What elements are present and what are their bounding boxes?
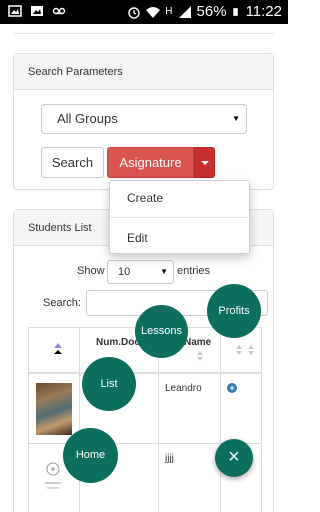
sort-icon: [236, 345, 242, 355]
entries-value: 10: [118, 266, 131, 278]
sort-icon: [248, 345, 254, 355]
status-bar: H 56% 11:22: [0, 0, 288, 24]
menu-divider: [110, 217, 249, 218]
fab-profits-button[interactable]: Profits: [207, 284, 261, 338]
menu-item-edit[interactable]: Edit: [127, 231, 148, 245]
fab-home-button[interactable]: Home: [63, 428, 118, 483]
battery-percent: 56%: [196, 3, 227, 20]
column-header-num-doc[interactable]: Num.Doc: [96, 337, 140, 348]
asignature-dropdown-toggle[interactable]: [194, 147, 215, 178]
expand-row-icon[interactable]: +: [227, 383, 237, 393]
student-photo: [36, 383, 72, 435]
column-header-name[interactable]: Name: [184, 337, 211, 348]
divider: [14, 33, 274, 34]
fab-list-button[interactable]: List: [82, 357, 136, 411]
network-type-label: H: [165, 6, 173, 17]
entries-label: entries: [177, 265, 211, 277]
voicemail-icon: [52, 7, 66, 15]
fab-close-button[interactable]: ×: [215, 439, 253, 477]
alarm-icon: [128, 7, 140, 19]
student-name: Leandro: [165, 383, 202, 394]
search-button[interactable]: Search: [41, 147, 104, 178]
asignature-dropdown-menu: Create Edit: [109, 180, 250, 254]
sort-asc-column-header[interactable]: [54, 343, 64, 357]
school-logo-image: [45, 462, 61, 489]
group-select[interactable]: All Groups ▼: [41, 104, 247, 134]
close-icon: ×: [228, 446, 240, 468]
student-name: jjjj: [165, 453, 174, 464]
show-label: Show: [77, 265, 105, 277]
gallery-notification-icon: [31, 6, 43, 16]
panel-title: Search Parameters: [14, 54, 273, 90]
entries-control: Show 10 ▼ entries: [14, 260, 273, 284]
menu-item-create[interactable]: Create: [127, 191, 163, 205]
sort-asc-icon: [54, 343, 62, 348]
group-select-value: All Groups: [57, 111, 118, 126]
caret-down-icon: ▼: [160, 267, 168, 276]
battery-icon: [232, 8, 238, 16]
search-label: Search:: [43, 297, 81, 309]
entries-select[interactable]: 10 ▼: [107, 260, 174, 284]
wifi-icon: [146, 7, 161, 18]
photo-notification-icon: [8, 5, 22, 17]
asignature-button[interactable]: Asignature: [107, 147, 194, 178]
search-parameters-panel: Search Parameters All Groups ▼ Search As…: [13, 53, 274, 190]
fab-lessons-button[interactable]: Lessons: [135, 305, 188, 358]
signal-icon: [178, 6, 191, 18]
sort-icon: [197, 351, 203, 361]
clock: 11:22: [245, 3, 282, 20]
caret-down-icon: [201, 161, 209, 165]
caret-down-icon: ▼: [232, 114, 240, 123]
sort-active-icon: [54, 350, 62, 354]
